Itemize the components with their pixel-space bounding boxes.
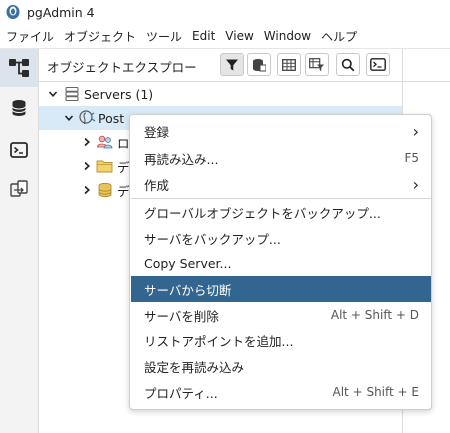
menu-item-refresh[interactable]: 再読み込み... F5 [131,145,431,171]
menu-view[interactable]: View [220,29,258,43]
menu-item-register[interactable]: 登録 › [131,118,431,144]
menu-item-create[interactable]: 作成 › [131,171,431,197]
menu-item-delete-server[interactable]: サーバを削除 Alt + Shift + D [131,302,431,328]
folder-icon [96,160,113,173]
pgadmin-logo-icon [6,5,20,19]
filtered-rows-button[interactable] [305,53,329,76]
title-bar: pgAdmin 4 [0,0,450,24]
object-explorer-button[interactable] [0,49,38,87]
roles-icon [97,135,113,149]
menu-item-copy-server[interactable]: Copy Server... [131,250,431,276]
menu-item-reload-config[interactable]: 設定を再読み込み [131,353,431,379]
schema-diff-button[interactable] [0,171,38,209]
chevron-down-icon[interactable] [47,88,59,100]
chevron-right-icon[interactable] [81,184,93,196]
menu-object[interactable]: オブジェクト [59,28,141,45]
filter-icon [226,59,238,70]
menu-bar: ファイル オブジェクト ツール Edit View Window ヘルプ [0,24,450,49]
search-button[interactable] [336,53,360,76]
table-data-icon [253,58,266,71]
hierarchy-icon [9,59,29,77]
chevron-right-icon[interactable] [81,160,93,172]
tablespace-db-icon [98,182,112,198]
chevron-down-icon[interactable] [63,112,75,124]
shortcut-delete: Alt + Shift + D [330,308,419,322]
tree-item-tablespaces-label: デ [117,183,130,199]
filter-button[interactable] [220,53,244,76]
tree-item-server-label: Post [98,110,125,126]
context-menu: 登録 › 再読み込み... F5 作成 › グローバルオブジェクトをバックアップ… [129,114,432,410]
menu-tools[interactable]: ツール [141,28,187,45]
shortcut-refresh: F5 [404,151,419,165]
shortcut-properties: Alt + Shift + E [332,385,419,399]
psql-tool-button[interactable] [0,131,38,169]
menu-item-backup-globals[interactable]: グローバルオブジェクトをバックアップ... [131,199,431,225]
activity-bar [0,49,39,433]
tree-item-login-roles-label: ロ [117,135,130,151]
console-icon [370,58,386,71]
menu-help[interactable]: ヘルプ [316,28,362,45]
database-icon [12,100,26,116]
tree-item-databases-label: デ [117,159,130,175]
tree-item-servers-label: Servers (1) [84,86,154,102]
servers-icon [65,86,79,102]
tree-item-tablespaces[interactable]: デ [81,178,130,202]
postgres-elephant-icon [79,110,96,125]
menu-item-disconnect-server[interactable]: サーバから切断 [131,276,431,302]
terminal-icon [10,142,28,158]
filtered-table-icon [309,57,324,71]
tree-item-servers[interactable]: Servers (1) [47,82,153,106]
menu-window[interactable]: Window [259,29,316,43]
menu-item-add-restore-point[interactable]: リストアポイントを追加... [131,327,431,353]
menu-item-backup-server[interactable]: サーバをバックアップ... [131,225,431,251]
tree-item-login-roles[interactable]: ロ [81,130,130,154]
submenu-arrow-icon: › [412,121,419,141]
submenu-arrow-icon: › [412,174,419,194]
grid-icon [282,58,296,71]
menu-item-properties[interactable]: プロパティ... Alt + Shift + E [131,379,431,405]
view-data-button[interactable] [247,53,271,76]
tree-item-databases[interactable]: デ [81,154,130,178]
panel-title: オブジェクトエクスプロー [47,60,197,75]
chevron-right-icon[interactable] [81,136,93,148]
menu-edit[interactable]: Edit [187,29,220,43]
query-tool-button[interactable] [0,89,38,127]
grid-view-button[interactable] [277,53,301,76]
menu-file[interactable]: ファイル [0,28,59,45]
app-title: pgAdmin 4 [27,4,95,20]
panel-header: オブジェクトエクスプロー [39,49,450,82]
schema-diff-icon [10,180,28,197]
psql-button[interactable] [366,53,390,76]
search-icon [341,58,355,71]
